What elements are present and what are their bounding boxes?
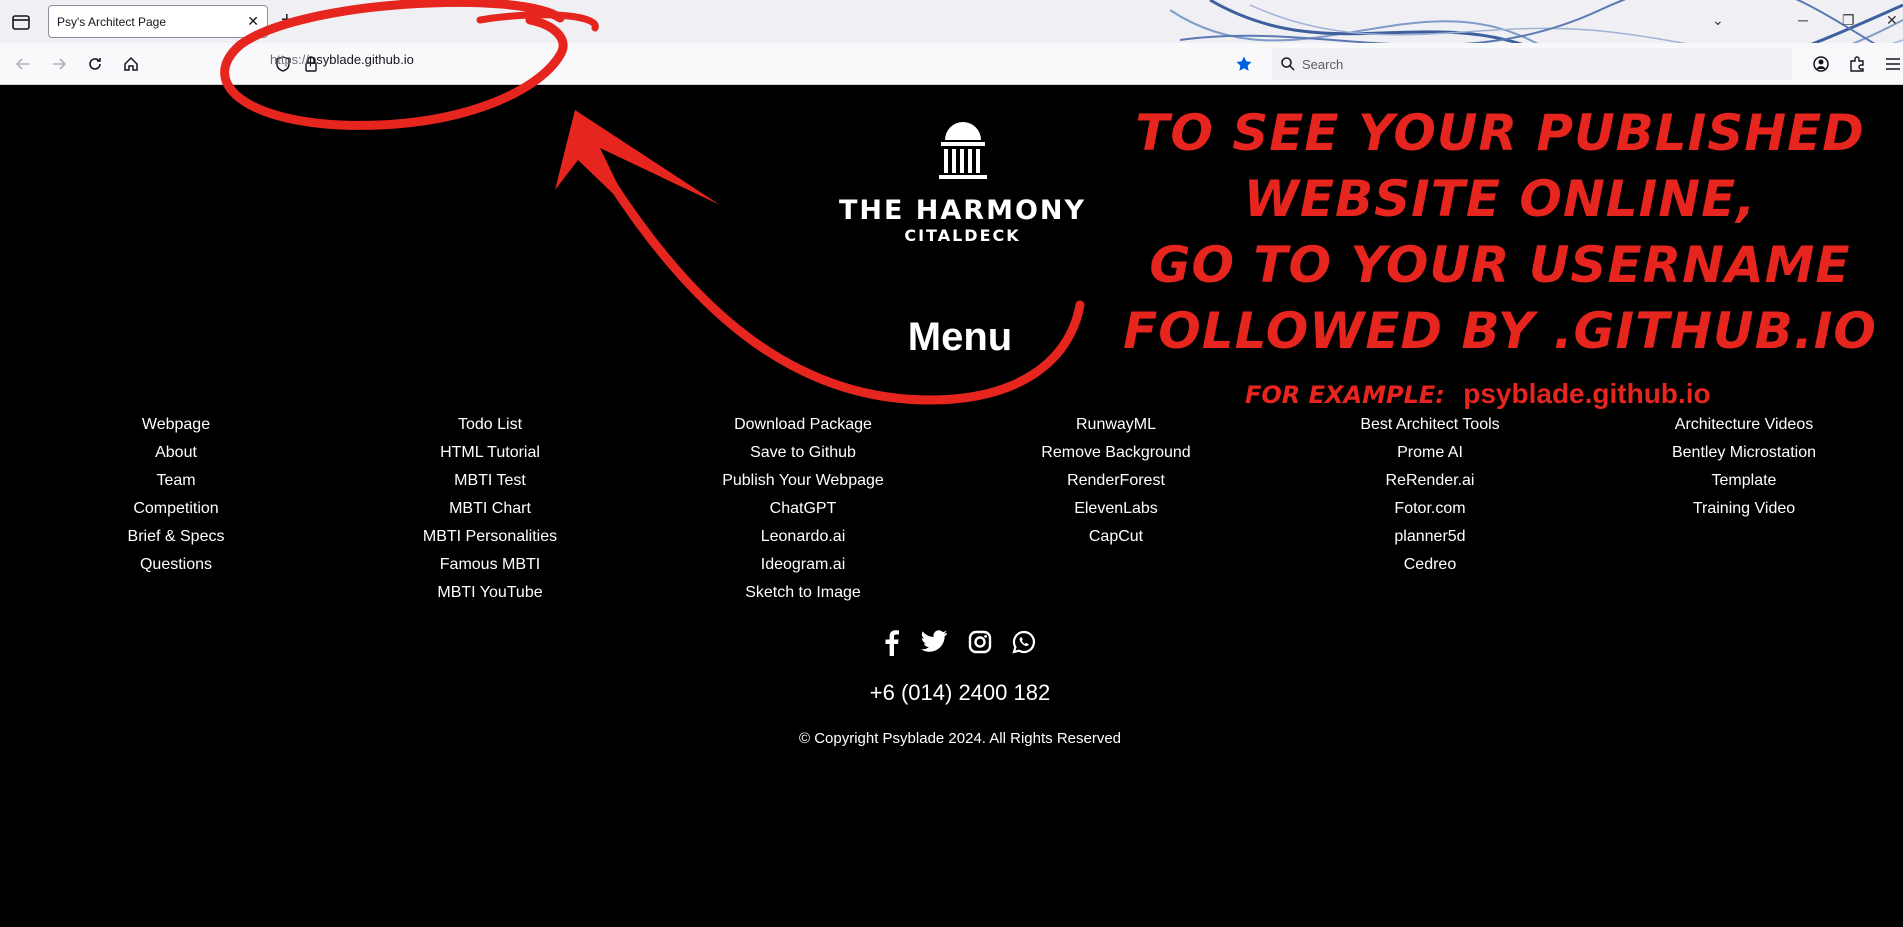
extensions-icon[interactable] [1848,55,1866,73]
minimize-button[interactable]: ─ [1798,12,1808,28]
logo-subtitle: CITALDECK [904,226,1021,245]
menu-link-mbti-personalities[interactable]: MBTI Personalities [350,523,630,551]
tab-bar: Psy's Architect Page ✕ + ⌄ ─ ❐ ✕ [0,0,1903,43]
menu-column-2: Todo List HTML Tutorial MBTI Test MBTI C… [350,411,630,607]
menu-link-sketch-to-image[interactable]: Sketch to Image [663,579,943,607]
phone-number: +6 (014) 2400 182 [869,680,1051,705]
menu-link-publish-webpage[interactable]: Publish Your Webpage [663,467,943,495]
menu-link-renderforest[interactable]: RenderForest [976,467,1256,495]
menu-link-mbti-test[interactable]: MBTI Test [350,467,630,495]
menu-link-mbti-youtube[interactable]: MBTI YouTube [350,579,630,607]
browser-tab[interactable]: Psy's Architect Page ✕ [48,5,268,38]
menu-link-prome-ai[interactable]: Prome AI [1290,439,1570,467]
menu-link-competition[interactable]: Competition [36,495,316,523]
url-protocol: https:// [270,52,310,67]
menu-link-best-architect-tools[interactable]: Best Architect Tools [1290,411,1570,439]
menu-heading: Menu [907,315,1013,359]
menu-link-html-tutorial[interactable]: HTML Tutorial [350,439,630,467]
menu-link-about[interactable]: About [36,439,316,467]
tab-title: Psy's Architect Page [57,15,167,29]
whatsapp-icon[interactable] [1012,630,1036,654]
menu-link-mbti-chart[interactable]: MBTI Chart [350,495,630,523]
menu-link-team[interactable]: Team [36,467,316,495]
annotation-arrowhead [555,110,720,210]
annotation-line-3: Go to your username [1149,236,1851,294]
menu-link-todo-list[interactable]: Todo List [350,411,630,439]
bookmark-star-icon[interactable] [1235,55,1253,73]
menu-link-webpage[interactable]: Webpage [36,411,316,439]
menu-column-3: Download Package Save to Github Publish … [663,411,943,607]
restore-button[interactable]: ❐ [1842,12,1855,29]
hamburger-menu-icon[interactable] [1884,55,1902,73]
back-icon[interactable] [14,55,32,73]
menu-link-rerender[interactable]: ReRender.ai [1290,467,1570,495]
annotation-example-value: psyblade.github.io [1463,378,1711,409]
annotation-example: For example: psyblade.github.io [1245,378,1711,410]
menu-column-1: Webpage About Team Competition Brief & S… [36,411,316,579]
menu-link-bentley-microstation[interactable]: Bentley Microstation [1604,439,1884,467]
menu-link-capcut[interactable]: CapCut [976,523,1256,551]
menu-link-training-video[interactable]: Training Video [1604,495,1884,523]
site-logo[interactable]: THE HARMONY CITALDECK [835,118,1090,245]
annotation-instruction-text: To see your published website online, Go… [1115,100,1885,364]
new-tab-button[interactable]: + [281,9,293,32]
forward-icon[interactable] [50,55,68,73]
logo-title: THE HARMONY [838,195,1087,226]
menu-link-leonardo[interactable]: Leonardo.ai [663,523,943,551]
search-placeholder: Search [1302,57,1344,72]
close-window-button[interactable]: ✕ [1886,12,1898,29]
menu-column-4: RunwayML Remove Background RenderForest … [976,411,1256,551]
url-host: psyblade.github.io [309,52,414,67]
account-icon[interactable] [1812,55,1830,73]
instagram-icon[interactable] [968,630,992,654]
menu-link-chatgpt[interactable]: ChatGPT [663,495,943,523]
menu-link-ideogram[interactable]: Ideogram.ai [663,551,943,579]
menu-link-famous-mbti[interactable]: Famous MBTI [350,551,630,579]
menu-link-template[interactable]: Template [1604,467,1884,495]
menu-link-remove-background[interactable]: Remove Background [976,439,1256,467]
menu-link-brief-specs[interactable]: Brief & Specs [36,523,316,551]
annotation-line-4: followed by .github.io [1123,302,1877,360]
annotation-line-2: website online, [1243,170,1757,228]
menu-link-questions[interactable]: Questions [36,551,316,579]
tab-list-icon[interactable] [10,11,32,33]
close-tab-icon[interactable]: ✕ [247,13,259,30]
annotation-example-label: For example: [1245,381,1445,409]
search-box[interactable]: Search [1272,48,1792,80]
tab-overflow-chevron-icon[interactable]: ⌄ [1712,12,1724,29]
menu-column-5: Best Architect Tools Prome AI ReRender.a… [1290,411,1570,579]
menu-link-elevenlabs[interactable]: ElevenLabs [976,495,1256,523]
reload-icon[interactable] [86,55,104,73]
twitter-icon[interactable] [920,630,948,654]
menu-link-save-to-github[interactable]: Save to Github [663,439,943,467]
menu-link-cedreo[interactable]: Cedreo [1290,551,1570,579]
menu-link-runwayml[interactable]: RunwayML [976,411,1256,439]
search-icon [1281,57,1295,71]
copyright-text: © Copyright Psyblade 2024. All Rights Re… [798,730,1122,747]
facebook-icon[interactable] [882,630,902,656]
menu-link-architecture-videos[interactable]: Architecture Videos [1604,411,1884,439]
annotation-line-1: To see your published [1135,104,1865,162]
url-bar[interactable]: https://psyblade.github.io [270,52,414,67]
building-dome-icon [938,122,987,179]
menu-link-fotor[interactable]: Fotor.com [1290,495,1570,523]
home-icon[interactable] [122,55,140,73]
menu-link-planner5d[interactable]: planner5d [1290,523,1570,551]
background-swirl-decoration [1170,0,1903,43]
menu-column-6: Architecture Videos Bentley Microstation… [1604,411,1884,523]
menu-link-download-package[interactable]: Download Package [663,411,943,439]
